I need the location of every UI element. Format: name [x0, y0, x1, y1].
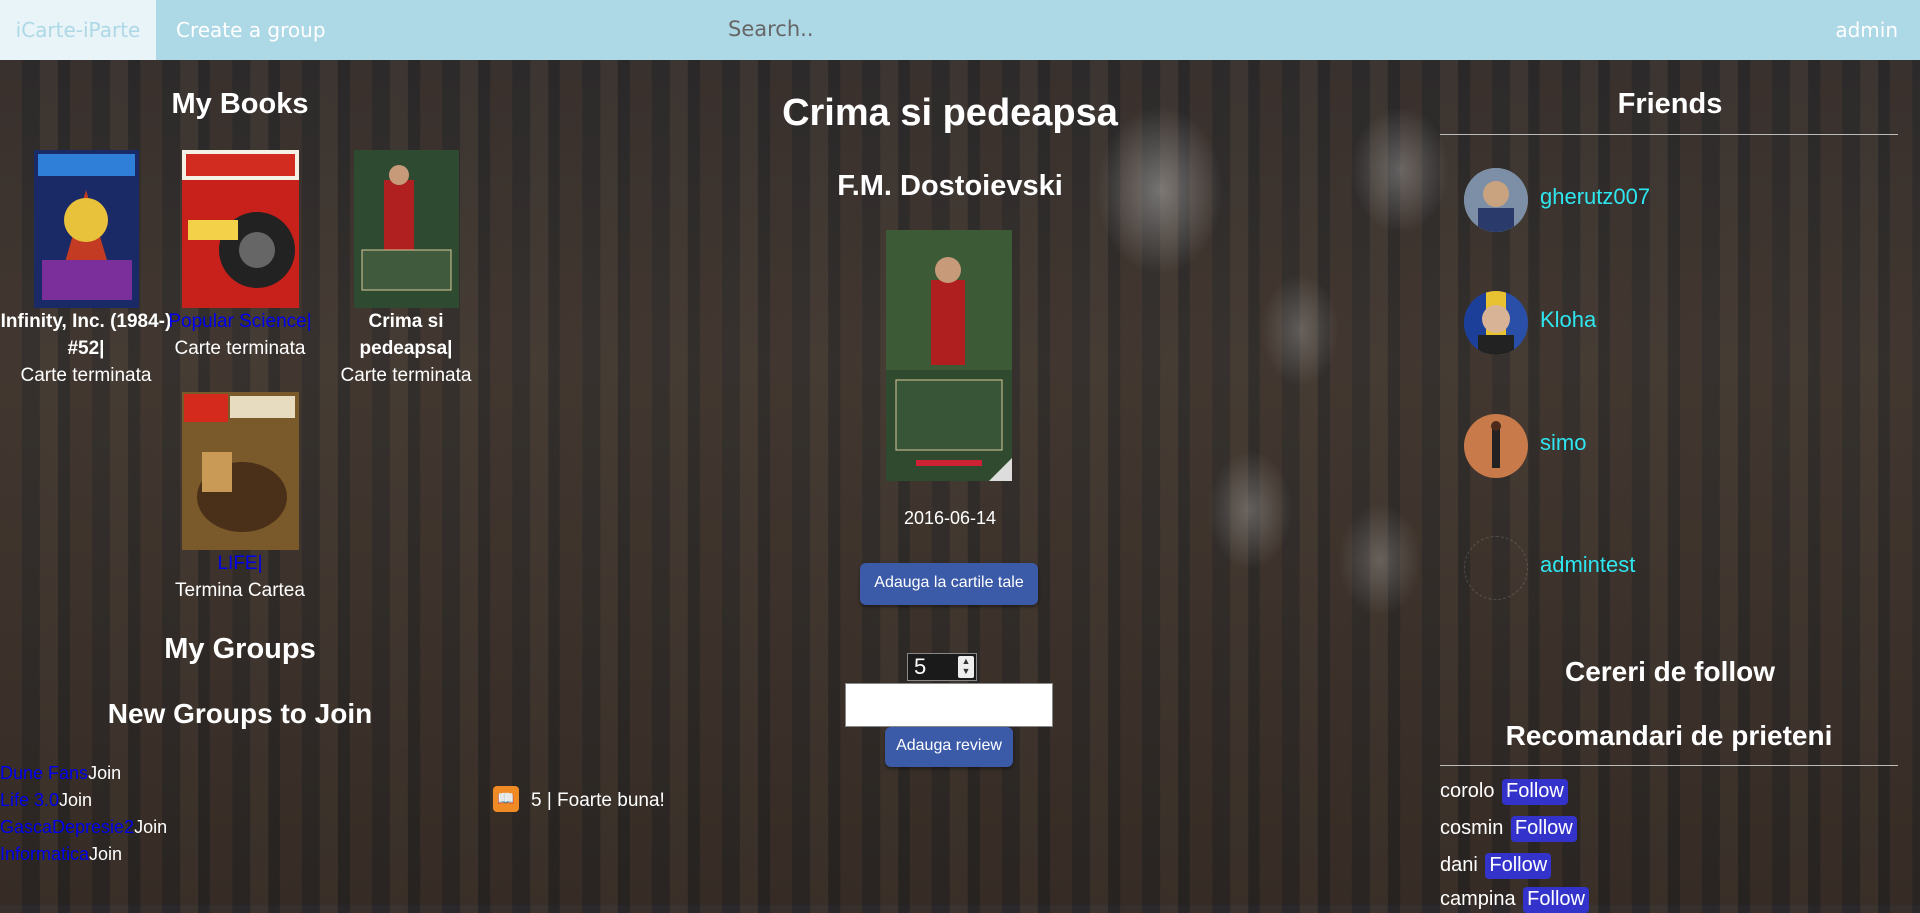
create-group-link[interactable]: Create a group — [176, 0, 326, 60]
book-status[interactable]: Carte terminata — [320, 362, 492, 389]
search-input[interactable] — [726, 10, 1230, 48]
friend-name-link[interactable]: Kloha — [1540, 307, 1596, 333]
my-books-heading: My Books — [171, 88, 309, 120]
divider — [1440, 765, 1898, 766]
divider — [1440, 134, 1898, 135]
friends-heading: Friends — [1617, 88, 1723, 120]
book-item[interactable]: Infinity, Inc. (1984-) #52| Carte termin… — [0, 150, 172, 389]
join-button[interactable]: Join — [134, 817, 167, 837]
follow-requests-heading: Cereri de follow — [1564, 656, 1776, 687]
rating-value: 5 — [914, 654, 927, 679]
review-textarea[interactable] — [845, 683, 1053, 727]
book-status[interactable]: Carte terminata — [154, 335, 326, 362]
group-link[interactable]: Dune Fans — [0, 763, 88, 783]
review-text: 5 | Foarte buna! — [531, 790, 665, 811]
recommended-user: corolo — [1440, 780, 1495, 802]
friend-recommendations-heading: Recomandari de prieteni — [1505, 720, 1833, 751]
friend-name-link[interactable]: gherutz007 — [1540, 184, 1650, 210]
recommendation-item: cosmin Follow — [1440, 816, 1577, 842]
book-cover[interactable] — [181, 150, 299, 308]
add-review-button[interactable]: Adauga review — [885, 727, 1013, 767]
my-groups-heading: My Groups — [164, 633, 316, 665]
rating-spinner[interactable]: ▲ ▼ — [958, 656, 974, 678]
user-menu[interactable]: admin — [1835, 0, 1898, 60]
group-item: GascaDepresie2Join — [0, 817, 167, 838]
recommendation-item: dani Follow — [1440, 853, 1552, 879]
book-title: Infinity, Inc. (1984-) #52| — [0, 311, 172, 359]
book-author: F.M. Dostoievski — [837, 170, 1063, 202]
group-item: Dune FansJoin — [0, 763, 121, 784]
rating-input[interactable]: 5 ▲ ▼ — [907, 653, 977, 681]
avatar[interactable] — [1464, 414, 1528, 478]
group-link[interactable]: Life 3.0 — [0, 790, 59, 810]
book-status[interactable]: Carte terminata — [0, 362, 172, 389]
join-button[interactable]: Join — [88, 763, 121, 783]
book-cover-large — [886, 230, 1012, 481]
group-link[interactable]: Informatica — [0, 844, 89, 864]
brand-link[interactable]: iCarte-iParte — [0, 0, 156, 60]
recommended-user: cosmin — [1440, 817, 1504, 839]
avatar[interactable] — [1464, 291, 1528, 355]
friend-name-link[interactable]: simo — [1540, 430, 1586, 456]
join-button[interactable]: Join — [59, 790, 92, 810]
group-item: Life 3.0Join — [0, 790, 92, 811]
book-title-link[interactable]: LIFE| — [154, 550, 326, 577]
navbar: iCarte-iParte Create a group admin — [0, 0, 1920, 60]
avatar[interactable] — [1464, 536, 1528, 600]
recommendation-item: campina Follow — [1440, 887, 1589, 913]
publish-date: 2016-06-14 — [903, 508, 997, 528]
book-title-heading: Crima si pedeapsa — [782, 92, 1118, 134]
book-icon: 📖 — [493, 786, 519, 812]
book-item[interactable]: Crima si pedeapsa| Carte terminata — [320, 150, 492, 389]
follow-button[interactable]: Follow — [1485, 853, 1552, 879]
follow-button[interactable]: Follow — [1502, 779, 1568, 805]
book-status[interactable]: Termina Cartea — [154, 577, 326, 604]
book-cover[interactable] — [33, 150, 139, 308]
book-title: Crima si pedeapsa| — [359, 311, 453, 359]
avatar[interactable] — [1464, 168, 1528, 232]
recommended-user: dani — [1440, 854, 1478, 876]
group-item: InformaticaJoin — [0, 844, 122, 865]
new-groups-heading: New Groups to Join — [107, 698, 373, 729]
recommended-user: campina — [1440, 888, 1516, 910]
friend-name-link[interactable]: admintest — [1540, 552, 1635, 578]
follow-button[interactable]: Follow — [1510, 816, 1577, 842]
join-button[interactable]: Join — [89, 844, 122, 864]
follow-button[interactable]: Follow — [1523, 887, 1589, 913]
recommendation-item: corolo Follow — [1440, 779, 1568, 805]
book-title-link[interactable]: Popular Science| — [154, 308, 326, 335]
book-cover[interactable] — [181, 392, 299, 550]
book-item[interactable]: LIFE| Termina Cartea — [154, 392, 326, 604]
book-item[interactable]: Popular Science| Carte terminata — [154, 150, 326, 362]
add-to-my-books-button[interactable]: Adauga la cartile tale — [860, 563, 1038, 605]
book-cover[interactable] — [353, 150, 459, 308]
group-link[interactable]: GascaDepresie2 — [0, 817, 134, 837]
